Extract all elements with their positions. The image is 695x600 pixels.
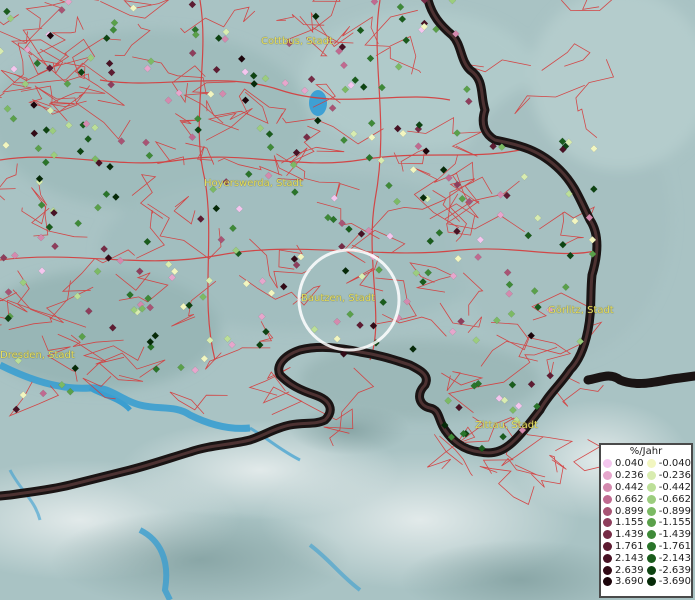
legend-value: -0.442 xyxy=(658,481,691,493)
legend-value: 0.899 xyxy=(615,505,644,517)
legend-swatch xyxy=(646,494,656,504)
legend-value: 0.662 xyxy=(615,493,644,505)
legend-value: -0.899 xyxy=(658,505,691,517)
legend-swatch xyxy=(646,553,656,563)
legend-value: 0.442 xyxy=(615,481,644,493)
legend-value: 1.761 xyxy=(615,540,644,552)
legend-value: 0.040 xyxy=(615,458,644,470)
legend-entry: -0.442 xyxy=(646,481,691,494)
legend-negative-column: -0.040 -0.236 -0.442 -0.662 -0.899 -1.155 -1.4… xyxy=(646,458,691,588)
legend-entry: 0.662 xyxy=(603,493,647,505)
legend-value: -1.155 xyxy=(658,517,691,529)
legend-entry: 0.442 xyxy=(603,482,647,494)
legend-swatch xyxy=(603,471,612,481)
legend-value: -0.040 xyxy=(658,458,691,470)
legend-value: -3.690 xyxy=(658,576,691,588)
legend-value: 0.236 xyxy=(615,470,644,482)
legend-swatch xyxy=(603,494,612,504)
legend-entry: 1.155 xyxy=(603,517,647,529)
legend-swatch xyxy=(646,518,656,528)
lake xyxy=(309,90,327,116)
legend-value: 3.690 xyxy=(615,576,644,588)
legend-entry: 0.040 xyxy=(603,458,647,470)
legend-entry: -2.639 xyxy=(646,564,691,576)
legend-swatch xyxy=(646,471,656,481)
legend-swatch xyxy=(646,577,656,587)
legend-swatch xyxy=(646,541,656,551)
legend-swatch xyxy=(646,565,656,575)
legend-swatch xyxy=(603,482,612,492)
place-label-dresden: Dresden, Stadt xyxy=(0,350,75,361)
legend-swatch xyxy=(603,530,612,540)
legend-entry: 2.143 xyxy=(603,552,647,564)
legend-entry: 3.690 xyxy=(603,576,647,588)
legend-value: -2.143 xyxy=(658,552,691,564)
legend-value: -0.662 xyxy=(658,493,691,505)
legend-swatch xyxy=(603,506,612,516)
legend-value: -1.439 xyxy=(658,529,691,541)
legend-entry: -0.236 xyxy=(646,470,691,482)
legend-positive-column: 0.040 0.236 0.442 0.662 0.899 1.155 1.439 1.761… xyxy=(603,458,647,588)
legend-title: %/Jahr xyxy=(629,446,663,457)
legend-entry: -0.662 xyxy=(646,493,691,505)
legend-swatch xyxy=(603,565,612,575)
legend-entry: 0.236 xyxy=(603,470,647,482)
legend-swatch xyxy=(603,577,612,587)
legend-entry: -0.040 xyxy=(646,458,691,470)
legend-entry: -1.439 xyxy=(646,529,691,541)
legend-swatch xyxy=(603,459,612,469)
legend-entry: 1.761 xyxy=(603,541,647,553)
legend-entry: 1.439 xyxy=(603,529,647,541)
legend-value: -0.236 xyxy=(658,470,691,482)
legend-entry: -3.690 xyxy=(646,576,691,588)
place-label-cottbus: Cottbus, Stadt xyxy=(261,36,333,47)
map-view[interactable]: Cottbus, Stadt Hoyerswerda, Stadt Bautze… xyxy=(0,0,695,600)
legend-entry: 0.899 xyxy=(603,505,647,517)
legend-entry: -0.899 xyxy=(646,505,691,517)
legend-value: -1.761 xyxy=(658,540,691,552)
legend-swatch xyxy=(646,530,656,540)
legend-value: 1.439 xyxy=(615,529,644,541)
legend-swatch xyxy=(646,482,656,492)
legend-entry: -1.761 xyxy=(646,540,691,553)
place-label-bautzen: Bautzen, Stadt xyxy=(301,293,376,304)
legend-swatch xyxy=(646,459,656,469)
legend-value: 1.155 xyxy=(615,517,644,529)
legend-swatch xyxy=(603,518,612,528)
legend-value: 2.639 xyxy=(615,564,644,576)
legend-entry: -1.155 xyxy=(646,517,691,529)
legend: %/Jahr 0.040 0.236 0.442 0.662 0.899 1.155 1.4… xyxy=(599,443,693,598)
legend-swatch xyxy=(603,553,612,563)
place-label-goerlitz: Görlitz, Stadt xyxy=(548,305,614,316)
legend-swatch xyxy=(646,506,656,516)
legend-entry: -2.143 xyxy=(646,552,691,564)
legend-value: 2.143 xyxy=(615,552,644,564)
legend-value: -2.639 xyxy=(658,564,691,576)
place-label-hoyerswerda: Hoyerswerda, Stadt xyxy=(204,178,303,189)
legend-swatch xyxy=(603,541,612,551)
place-label-zittau: Zittau, Stadt xyxy=(475,420,538,431)
legend-entry: 2.639 xyxy=(603,564,647,576)
